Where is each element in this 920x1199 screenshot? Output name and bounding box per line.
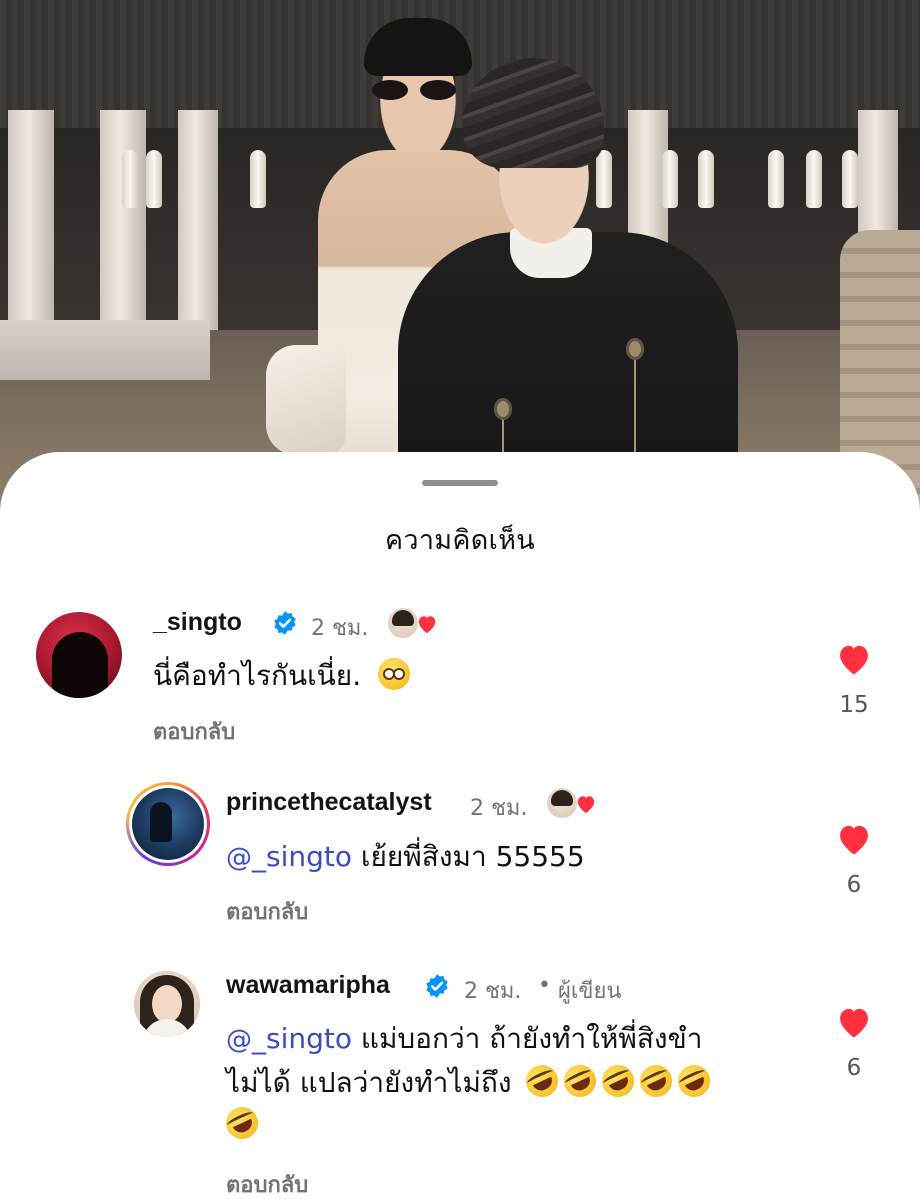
rofl-emoji (220, 1101, 264, 1145)
photo-brooch (494, 398, 512, 420)
comment: _singto 2 ชม. นี่คือทำไรกันเนี่ย. ตอบกลั… (0, 602, 920, 745)
rofl-emoji (559, 1059, 602, 1103)
verified-badge-icon (426, 974, 448, 998)
photo-pillar (8, 110, 54, 335)
like-heart-icon[interactable] (835, 642, 873, 676)
comment-time: 2 ชม. (470, 796, 528, 821)
photo-man-glasses (372, 80, 456, 102)
like-count: 15 (839, 692, 869, 718)
comment-username[interactable]: _singto (153, 608, 242, 637)
post-photo (0, 0, 920, 520)
sheet-title: ความคิดเห็น (385, 525, 535, 556)
author-tag: ผู้เขียน (558, 979, 622, 1004)
avatar[interactable] (134, 971, 200, 1037)
photo-chain (634, 360, 636, 452)
creator-heart-icon (418, 616, 436, 634)
photo-brooch (626, 338, 644, 360)
screen: ความคิดเห็น _singto 2 ชม. นี่คือทำไรกันเ… (0, 0, 920, 1199)
photo-lantern (698, 150, 714, 208)
photo-lantern (806, 150, 822, 208)
photo-pillar (178, 110, 218, 335)
comment-time: 2 ชม. (311, 616, 369, 641)
like-count: 6 (846, 872, 862, 898)
meta-separator: • (538, 973, 551, 998)
like-heart-icon[interactable] (835, 1005, 873, 1039)
comment-username[interactable]: princethecatalyst (226, 788, 432, 817)
like-heart-icon[interactable] (835, 822, 873, 856)
comments-sheet: ความคิดเห็น _singto 2 ชม. นี่คือทำไรกันเ… (0, 452, 920, 1199)
photo-lantern (250, 150, 266, 208)
photo-step (0, 320, 210, 380)
photo-pillar (100, 110, 146, 335)
photo-lantern (662, 150, 678, 208)
rofl-emoji (673, 1059, 716, 1103)
reply-button[interactable]: ตอบกลับ (226, 894, 308, 929)
comment-text: นี่คือทำไรกันเนี่ย. (153, 654, 416, 698)
comment-text-line: แม่บอกว่า ถ้ายังทำให้พี่สิงขำ (360, 1022, 703, 1055)
photo-lantern (768, 150, 784, 208)
flushed-face-emoji (378, 658, 411, 690)
mention-link[interactable]: _singto (252, 840, 352, 873)
comment-reply: princethecatalyst 2 ชม. @_singto เย้ยพี่… (0, 782, 920, 925)
threads-mention-icon: @ (226, 1025, 252, 1055)
rofl-emoji (635, 1059, 678, 1103)
comment-text-content: นี่คือทำไรกันเนี่ย. (153, 659, 362, 692)
sheet-drag-handle[interactable] (422, 480, 498, 486)
creator-heart-icon (577, 796, 595, 814)
comment-username[interactable]: wawamaripha (226, 971, 390, 1000)
creator-liked-avatar (547, 788, 577, 818)
comment-text: ไม่ได้ แปลว่ายังทำไม่ถึง (226, 1059, 716, 1105)
comment-text (220, 1101, 264, 1147)
like-count: 6 (846, 1055, 862, 1081)
comment-text-content: เย้ยพี่สิงมา 55555 (360, 840, 585, 873)
rofl-emoji (521, 1059, 564, 1103)
comment-time: 2 ชม. (464, 979, 522, 1004)
comment-text-line: ไม่ได้ แปลว่ายังทำไม่ถึง (226, 1066, 512, 1099)
photo-lantern (842, 150, 858, 208)
comment-text: @_singto แม่บอกว่า ถ้ายังทำให้พี่สิงขำ (226, 1017, 702, 1062)
photo-lantern (122, 150, 138, 208)
comment-text: @_singto เย้ยพี่สิงมา 55555 (226, 835, 585, 880)
rofl-emoji (597, 1059, 640, 1103)
reply-button[interactable]: ตอบกลับ (153, 714, 235, 749)
comment-reply: wawamaripha 2 ชม. • ผู้เขียน @_singto แม… (0, 967, 920, 1199)
verified-badge-icon (274, 611, 296, 635)
avatar-story-ring[interactable] (126, 782, 210, 866)
creator-liked-avatar (388, 608, 418, 638)
threads-mention-icon: @ (226, 843, 252, 873)
avatar[interactable] (36, 612, 122, 698)
photo-lantern (146, 150, 162, 208)
reply-button[interactable]: ตอบกลับ (226, 1167, 308, 1199)
mention-link[interactable]: _singto (252, 1022, 352, 1055)
photo-man-cloth (266, 345, 346, 455)
